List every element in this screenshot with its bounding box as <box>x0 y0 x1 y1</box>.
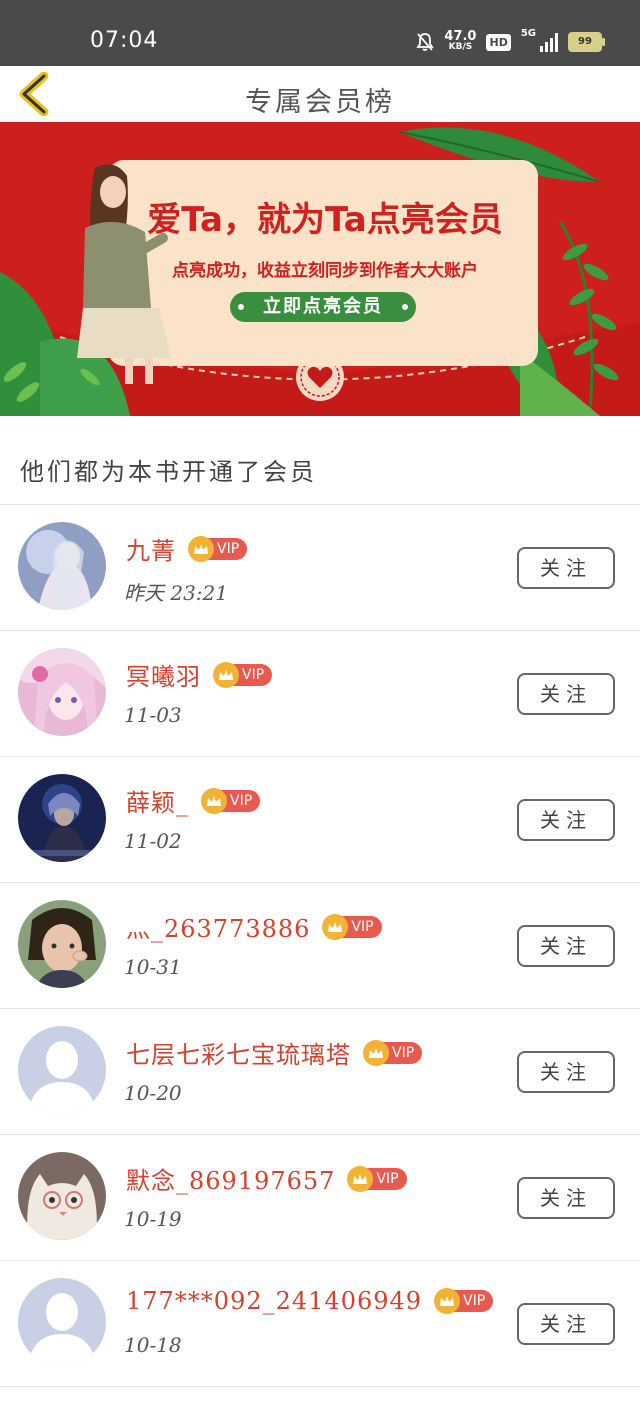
signal-icon <box>540 32 558 52</box>
join-date: 昨天 23:21 <box>124 581 228 605</box>
member-name[interactable]: 九菁 <box>126 531 176 566</box>
name-line: 默念_869197657 VIP <box>126 1161 407 1196</box>
follow-button[interactable]: 关注 <box>517 1051 615 1093</box>
vip-label: VIP <box>392 1044 415 1061</box>
list-item[interactable]: 七层七彩七宝琉璃塔 VIP 10-20 关注 <box>0 1009 640 1135</box>
bell-muted-icon <box>416 33 435 51</box>
avatar[interactable] <box>18 522 106 610</box>
light-up-vip-button[interactable]: 立即点亮会员 <box>230 292 416 322</box>
avatar[interactable] <box>18 1152 106 1240</box>
member-name[interactable]: 177***092_241406949 <box>126 1287 422 1315</box>
banner-headline: 爱Ta，就为Ta点亮会员 <box>147 200 503 240</box>
member-name[interactable]: 灬_263773886 <box>126 909 310 944</box>
name-line: 177***092_241406949 VIP <box>126 1287 494 1315</box>
crown-icon <box>188 535 214 562</box>
crown-icon <box>322 913 349 940</box>
member-name[interactable]: 薛颖_ <box>126 783 189 818</box>
join-date: 11-03 <box>124 703 182 727</box>
vip-badge: VIP <box>201 787 261 814</box>
vip-label: VIP <box>230 792 253 809</box>
status-time: 07:04 <box>90 28 159 53</box>
status-icons: 47.0 KB/S HD 5G 99 <box>416 28 605 56</box>
list-item[interactable]: 冥曦羽 VIP 11-03 关注 <box>0 631 640 757</box>
vip-label: VIP <box>463 1293 486 1309</box>
list-item[interactable]: 177***092_241406949 VIP 10-18 关注 <box>0 1261 640 1387</box>
avatar[interactable] <box>18 1278 106 1366</box>
network-type: 5G <box>520 28 536 39</box>
name-line: 灬_263773886 VIP <box>126 909 382 944</box>
list-item[interactable]: 默念_869197657 VIP 10-19 关注 <box>0 1135 640 1261</box>
follow-button[interactable]: 关注 <box>517 925 615 967</box>
member-name[interactable]: 冥曦羽 <box>126 657 201 692</box>
vip-label: VIP <box>242 666 265 683</box>
network-speed: 47.0 KB/S <box>444 29 477 52</box>
vip-badge: VIP <box>322 913 382 940</box>
member-name[interactable]: 默念_869197657 <box>126 1161 335 1196</box>
vip-label: VIP <box>376 1170 399 1187</box>
crown-icon <box>201 787 227 814</box>
avatar[interactable] <box>18 774 106 862</box>
section-title: 他们都为本书开通了会员 <box>20 458 317 486</box>
join-date: 10-31 <box>124 955 182 979</box>
vip-badge: VIP <box>347 1165 407 1192</box>
avatar[interactable] <box>18 648 106 736</box>
page-title: 专属会员榜 <box>245 87 395 118</box>
crown-icon <box>213 661 239 688</box>
battery-icon: 99 <box>568 32 605 52</box>
follow-button[interactable]: 关注 <box>517 1177 615 1219</box>
hd-badge: HD <box>486 33 511 51</box>
vip-badge: VIP <box>213 661 273 688</box>
status-bar: 07:04 47.0 KB/S HD 5G 99 <box>0 0 640 66</box>
member-list: 九菁 VIP 昨天 23:21 关注 冥曦羽 VIP 11-03 关注 薛颖_ … <box>0 505 640 1387</box>
follow-button[interactable]: 关注 <box>517 547 615 589</box>
top-header: 专属会员榜 <box>0 66 640 122</box>
member-name[interactable]: 七层七彩七宝琉璃塔 <box>126 1035 351 1070</box>
vip-badge: VIP <box>188 535 248 562</box>
name-line: 九菁 VIP <box>126 531 248 566</box>
crown-icon <box>363 1039 389 1066</box>
vip-promo-banner[interactable]: 爱Ta，就为Ta点亮会员 点亮成功，收益立刻同步到作者大大账户 立即点亮会员 <box>0 122 640 416</box>
list-item[interactable]: 薛颖_ VIP 11-02 关注 <box>0 757 640 883</box>
vip-badge: VIP <box>363 1039 423 1066</box>
follow-button[interactable]: 关注 <box>517 1303 615 1345</box>
follow-button[interactable]: 关注 <box>517 799 615 841</box>
vip-badge: VIP <box>434 1288 494 1314</box>
join-date: 10-18 <box>124 1333 182 1357</box>
crown-icon <box>434 1288 461 1314</box>
avatar[interactable] <box>18 1026 106 1114</box>
name-line: 七层七彩七宝琉璃塔 VIP <box>126 1035 423 1070</box>
join-date: 10-20 <box>124 1081 182 1105</box>
avatar[interactable] <box>18 900 106 988</box>
name-line: 薛颖_ VIP <box>126 783 261 818</box>
follow-button[interactable]: 关注 <box>517 673 615 715</box>
vip-label: VIP <box>351 918 374 935</box>
crown-icon <box>347 1165 374 1192</box>
vip-label: VIP <box>217 540 240 557</box>
list-item[interactable]: 灬_263773886 VIP 10-31 关注 <box>0 883 640 1009</box>
join-date: 10-19 <box>124 1207 182 1231</box>
list-item[interactable]: 九菁 VIP 昨天 23:21 关注 <box>0 505 640 631</box>
banner-subline: 点亮成功，收益立刻同步到作者大大账户 <box>172 261 478 281</box>
join-date: 11-02 <box>124 829 182 853</box>
name-line: 冥曦羽 VIP <box>126 657 273 692</box>
